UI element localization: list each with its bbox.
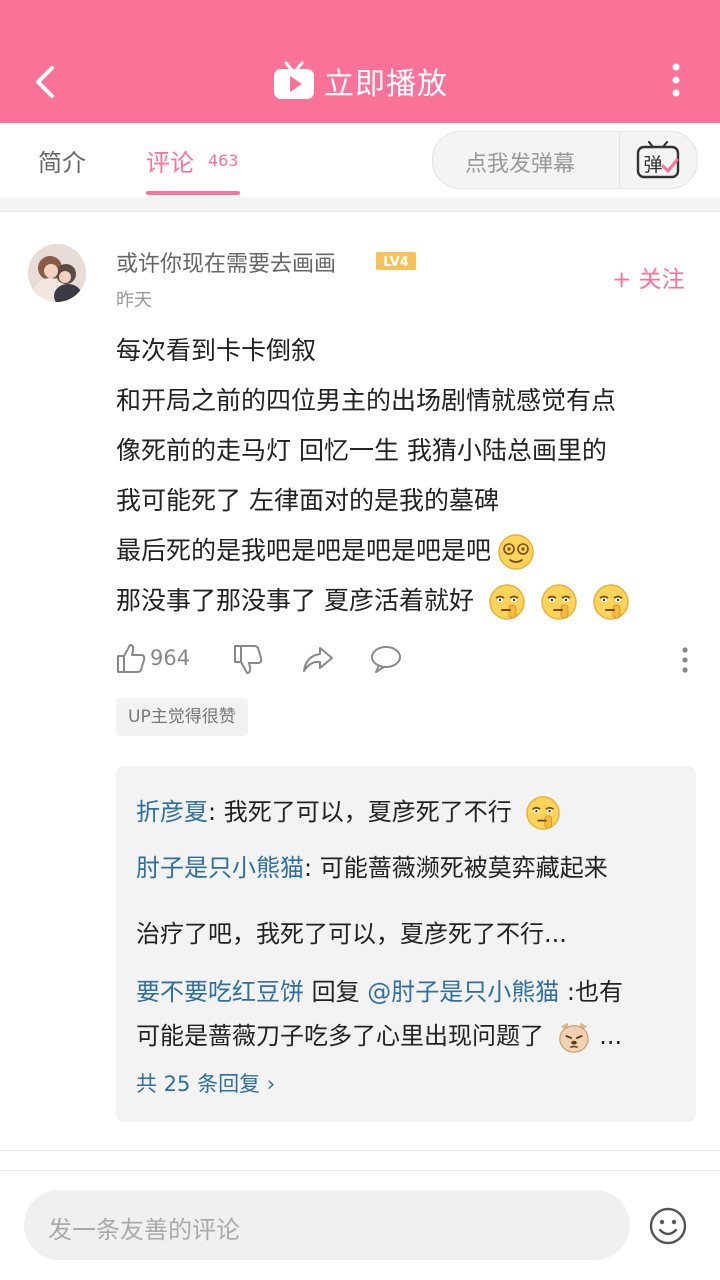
comment-count: 463	[208, 151, 239, 170]
comment-username[interactable]: 或许你现在需要去画画	[116, 246, 336, 278]
tab-intro[interactable]: 简介	[38, 143, 86, 178]
emoji-picker-icon[interactable]	[648, 1206, 688, 1246]
thumbs-down-icon[interactable]	[233, 644, 263, 676]
avatar[interactable]	[28, 244, 86, 302]
reply-line: 治疗了吧，我死了可以，夏彦死了不行...	[136, 920, 567, 948]
comment-line: 和开局之前的四位男主的出场剧情就感觉有点	[116, 386, 617, 415]
reply-mention[interactable]: @肘子是只小熊猫	[367, 978, 559, 1006]
danmaku-placeholder: 点我发弹幕	[465, 152, 576, 177]
shush-face-emoji-icon	[541, 584, 577, 620]
comment-line: 每次看到卡卡倒叙	[116, 336, 317, 365]
shush-face-emoji-icon	[489, 584, 525, 620]
dog-face-emoji-icon	[558, 1022, 589, 1053]
shush-face-emoji-icon	[526, 796, 561, 830]
top-bar: 立即播放	[0, 0, 720, 123]
view-more-replies-link[interactable]: 共 25 条回复 ›	[136, 1068, 275, 1098]
comment-input-placeholder: 发一条友善的评论	[48, 1216, 240, 1244]
active-tab-indicator	[146, 191, 240, 195]
danmaku-input[interactable]: 点我发弹幕 弹	[432, 131, 698, 189]
comment-line: 那没事了那没事了 夏彦活着就好	[116, 576, 706, 626]
reply-username[interactable]: 肘子是只小熊猫	[136, 854, 304, 882]
reply-username[interactable]: 折彦夏	[136, 798, 208, 826]
comment-line: 最后死的是我吧是吧是吧是吧是吧	[116, 526, 706, 576]
shush-face-emoji-icon	[593, 584, 629, 620]
like-count: 964	[150, 646, 191, 670]
play-now-button[interactable]: 立即播放	[0, 58, 720, 104]
share-icon[interactable]	[302, 644, 334, 674]
reply-line: 肘子是只小熊猫: 可能蔷薇濒死被莫弈藏起来	[136, 854, 608, 882]
reply-line: 可能是蔷薇刀子吃多了心里出现问题了 ...	[136, 1016, 622, 1055]
comment-time: 昨天	[116, 290, 152, 311]
comment-line: 像死前的走马灯 回忆一生 我猜小陆总画里的	[116, 436, 607, 465]
reply-line: 折彦夏: 我死了可以，夏彦死了不行	[136, 792, 561, 831]
tv-play-icon	[274, 61, 314, 99]
danmaku-divider	[619, 132, 620, 188]
more-vertical-icon[interactable]	[664, 62, 688, 98]
reply-bubble-icon[interactable]	[370, 644, 402, 674]
thumbs-up-icon[interactable]	[116, 642, 146, 674]
dizzy-face-emoji-icon	[498, 534, 534, 570]
comment-actions: 964	[116, 640, 696, 680]
follow-button[interactable]: + 关注	[612, 260, 685, 294]
reply-username[interactable]: 要不要吃红豆饼	[136, 978, 304, 1006]
level-text: LV4	[383, 255, 409, 270]
danmaku-toggle-icon[interactable]: 弹	[635, 140, 681, 182]
reply-line: 要不要吃红豆饼 回复 @肘子是只小熊猫 :也有	[136, 978, 623, 1006]
page-title: 立即播放	[324, 67, 448, 102]
level-badge-icon: LV4	[376, 252, 416, 270]
section-divider	[0, 197, 720, 212]
replies-box[interactable]: 折彦夏: 我死了可以，夏彦死了不行 肘子是只小熊猫: 可能蔷薇濒死被莫弈藏起来 …	[116, 766, 696, 1122]
tab-comments[interactable]: 评论	[146, 143, 194, 178]
comment-input[interactable]: 发一条友善的评论	[24, 1190, 630, 1260]
danmaku-glyph: 弹	[643, 154, 662, 176]
comment-body: 每次看到卡卡倒叙 和开局之前的四位男主的出场剧情就感觉有点 像死前的走马灯 回忆…	[116, 326, 706, 626]
up-liked-badge: UP主觉得很赞	[116, 698, 248, 736]
comment-more-icon[interactable]	[678, 646, 692, 674]
divider	[0, 1150, 720, 1151]
comment-line: 我可能死了 左律面对的是我的墓碑	[116, 486, 499, 515]
divider	[0, 1170, 720, 1171]
